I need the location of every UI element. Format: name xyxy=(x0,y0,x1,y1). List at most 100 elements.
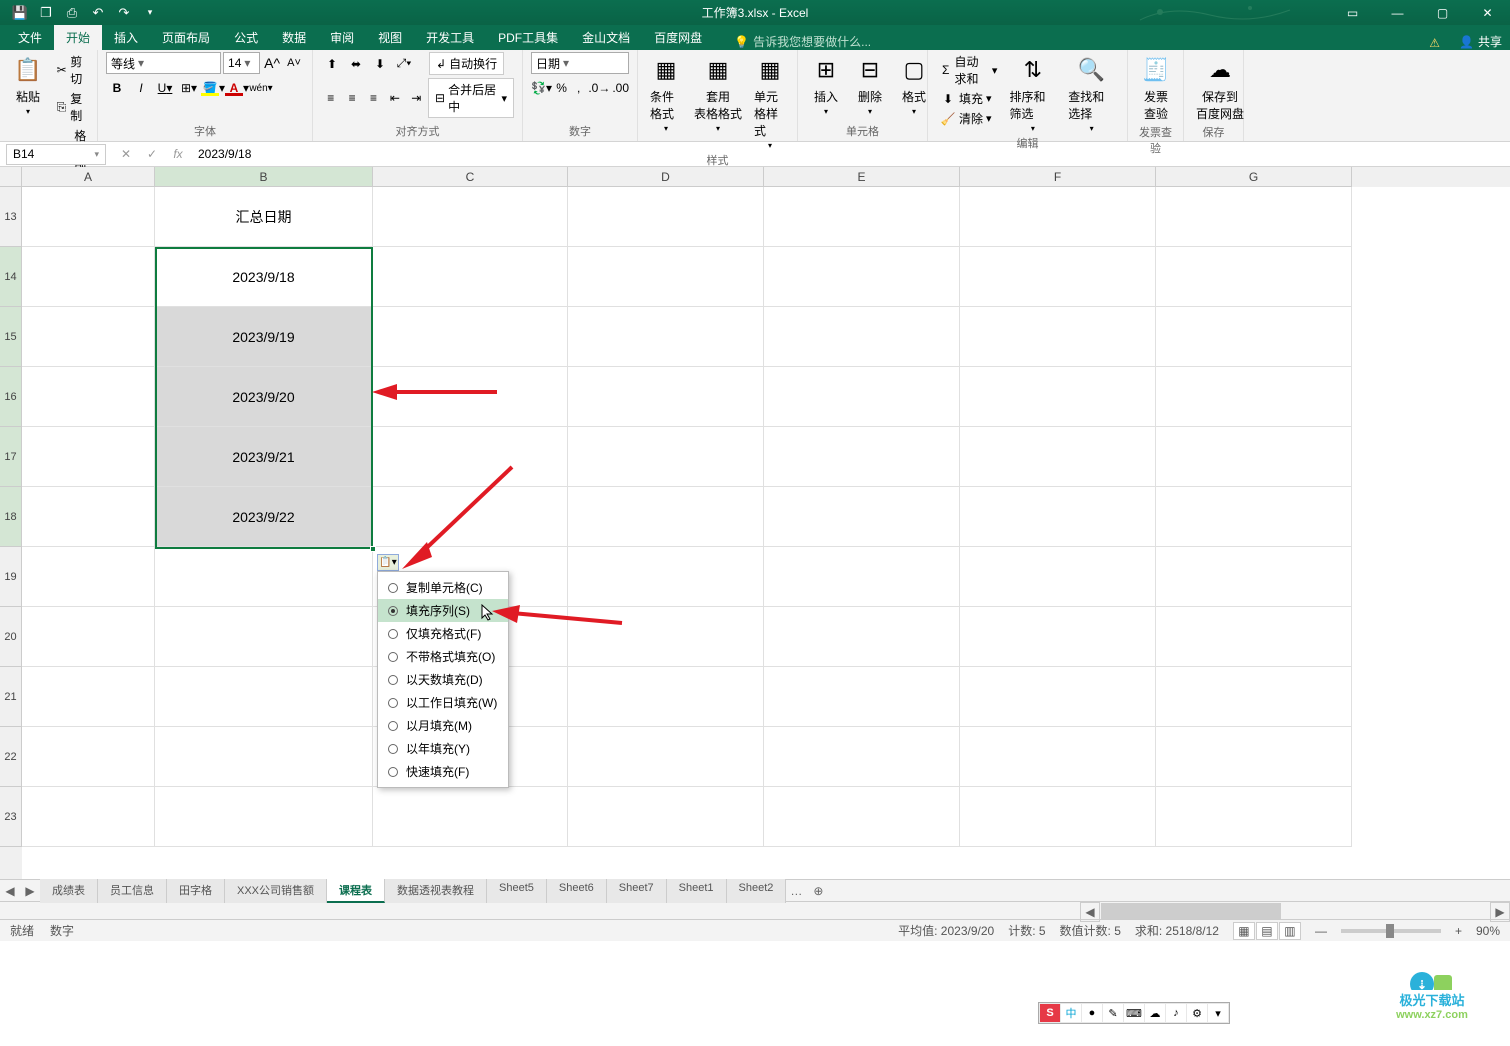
formula-fx-icon[interactable]: fx xyxy=(166,144,190,165)
row-header-23[interactable]: 23 xyxy=(0,787,22,847)
indent-decrease-icon[interactable]: ⇤ xyxy=(385,87,404,109)
qat-print-icon[interactable]: ⎙ xyxy=(60,2,84,24)
cell-C14[interactable] xyxy=(373,247,568,307)
formula-input[interactable]: 2023/9/18 xyxy=(190,144,1510,165)
col-header-G[interactable]: G xyxy=(1156,167,1352,187)
cell-G23[interactable] xyxy=(1156,787,1352,847)
autofill-option-3[interactable]: 不带格式填充(O) xyxy=(378,645,508,668)
tab-data[interactable]: 数据 xyxy=(270,25,318,50)
cell-F22[interactable] xyxy=(960,727,1156,787)
cell-B13[interactable]: 汇总日期 xyxy=(155,187,373,247)
cell-D23[interactable] xyxy=(568,787,764,847)
cell-G19[interactable] xyxy=(1156,547,1352,607)
tab-developer[interactable]: 开发工具 xyxy=(414,25,486,50)
cell-F16[interactable] xyxy=(960,367,1156,427)
view-pagelayout-icon[interactable]: ▤ xyxy=(1256,922,1278,940)
grow-font-icon[interactable]: A^ xyxy=(262,52,282,74)
cell-A19[interactable] xyxy=(22,547,155,607)
decimal-increase-icon[interactable]: .0→ xyxy=(588,77,610,99)
clear-button[interactable]: 🧹清除▾ xyxy=(936,109,1001,128)
qat-save-icon[interactable]: 💾 xyxy=(8,2,32,24)
cell-B15[interactable]: 2023/9/19 xyxy=(155,307,373,367)
cell-styles-button[interactable]: ▦单元格样式▾ xyxy=(750,52,790,152)
cell-G16[interactable] xyxy=(1156,367,1352,427)
cell-F14[interactable] xyxy=(960,247,1156,307)
cell-D15[interactable] xyxy=(568,307,764,367)
cell-E23[interactable] xyxy=(764,787,960,847)
qat-redo-icon[interactable]: ↷ xyxy=(112,2,136,24)
cell-G18[interactable] xyxy=(1156,487,1352,547)
cell-D22[interactable] xyxy=(568,727,764,787)
cell-B19[interactable] xyxy=(155,547,373,607)
cut-button[interactable]: ✂剪切 xyxy=(52,52,91,88)
ime-button-3[interactable]: ✎ xyxy=(1103,1004,1123,1022)
row-header-13[interactable]: 13 xyxy=(0,187,22,247)
cell-C16[interactable] xyxy=(373,367,568,427)
paste-button[interactable]: 📋 粘贴 ▾ xyxy=(8,52,48,118)
table-format-button[interactable]: ▦套用 表格格式▾ xyxy=(690,52,746,135)
cell-E18[interactable] xyxy=(764,487,960,547)
cell-grid[interactable]: 2023/9/222023/9/212023/9/202023/9/192023… xyxy=(22,187,1510,879)
wrap-text-button[interactable]: ↲自动换行 xyxy=(429,52,504,75)
tab-file[interactable]: 文件 xyxy=(6,25,54,50)
zoom-thumb[interactable] xyxy=(1386,924,1394,938)
tab-view[interactable]: 视图 xyxy=(366,25,414,50)
share-button[interactable]: 👤 共享 xyxy=(1459,33,1502,50)
tab-review[interactable]: 审阅 xyxy=(318,25,366,50)
qat-newwindow-icon[interactable]: ❐ xyxy=(34,2,58,24)
sheet-tab-1[interactable]: 员工信息 xyxy=(98,879,167,903)
bold-button[interactable]: B xyxy=(106,77,128,99)
orientation-icon[interactable]: ⤢▾ xyxy=(393,53,415,75)
ribbon-options-icon[interactable]: ▭ xyxy=(1330,0,1375,25)
phonetic-button[interactable]: wén▾ xyxy=(250,77,272,99)
cell-A23[interactable] xyxy=(22,787,155,847)
indent-increase-icon[interactable]: ⇥ xyxy=(407,87,426,109)
align-right-icon[interactable]: ≡ xyxy=(364,87,383,109)
tab-insert[interactable]: 插入 xyxy=(102,25,150,50)
name-box[interactable]: B14▾ xyxy=(6,144,106,165)
autosum-button[interactable]: Σ自动求和▾ xyxy=(936,52,1001,88)
cell-A15[interactable] xyxy=(22,307,155,367)
tab-pagelayout[interactable]: 页面布局 xyxy=(150,25,222,50)
comma-icon[interactable]: , xyxy=(571,77,586,99)
cell-E13[interactable] xyxy=(764,187,960,247)
view-normal-icon[interactable]: ▦ xyxy=(1233,922,1255,940)
scroll-thumb[interactable] xyxy=(1101,903,1281,919)
font-size-select[interactable]: 14▾ xyxy=(223,52,260,74)
formula-accept-icon[interactable]: ✓ xyxy=(140,144,164,165)
row-header-17[interactable]: 17 xyxy=(0,427,22,487)
cell-C15[interactable] xyxy=(373,307,568,367)
border-button[interactable]: ⊞▾ xyxy=(178,77,200,99)
row-header-14[interactable]: 14 xyxy=(0,247,22,307)
cell-A13[interactable] xyxy=(22,187,155,247)
ime-button-7[interactable]: ⚙ xyxy=(1187,1004,1207,1022)
sheet-nav-prev-icon[interactable]: ▶ xyxy=(20,881,40,901)
delete-cells-button[interactable]: ⊟删除▾ xyxy=(850,52,890,118)
cell-C13[interactable] xyxy=(373,187,568,247)
col-header-C[interactable]: C xyxy=(373,167,568,187)
autofill-option-5[interactable]: 以工作日填充(W) xyxy=(378,691,508,714)
align-center-icon[interactable]: ≡ xyxy=(342,87,361,109)
sheet-tab-0[interactable]: 成绩表 xyxy=(40,879,98,903)
cell-D20[interactable] xyxy=(568,607,764,667)
sheet-nav-first-icon[interactable]: ◀ xyxy=(0,881,20,901)
cell-D16[interactable] xyxy=(568,367,764,427)
underline-button[interactable]: U▾ xyxy=(154,77,176,99)
decimal-decrease-icon[interactable]: .00 xyxy=(612,77,629,99)
fill-color-button[interactable]: 🪣▾ xyxy=(202,77,224,99)
cell-E14[interactable] xyxy=(764,247,960,307)
cell-C17[interactable] xyxy=(373,427,568,487)
autofill-option-1[interactable]: 填充序列(S) xyxy=(378,599,508,622)
cell-G13[interactable] xyxy=(1156,187,1352,247)
cell-A14[interactable] xyxy=(22,247,155,307)
scroll-left-icon[interactable]: ◀ xyxy=(1080,902,1100,922)
autofill-options-button[interactable]: 📋▾ xyxy=(377,554,399,571)
row-header-18[interactable]: 18 xyxy=(0,487,22,547)
maximize-button[interactable]: ▢ xyxy=(1420,0,1465,25)
merge-center-button[interactable]: ⊟合并后居中▾ xyxy=(428,78,514,118)
cell-A18[interactable] xyxy=(22,487,155,547)
sheet-tab-4[interactable]: 课程表 xyxy=(327,879,385,903)
percent-icon[interactable]: % xyxy=(554,77,569,99)
zoom-out-button[interactable]: — xyxy=(1315,924,1327,938)
col-header-D[interactable]: D xyxy=(568,167,764,187)
